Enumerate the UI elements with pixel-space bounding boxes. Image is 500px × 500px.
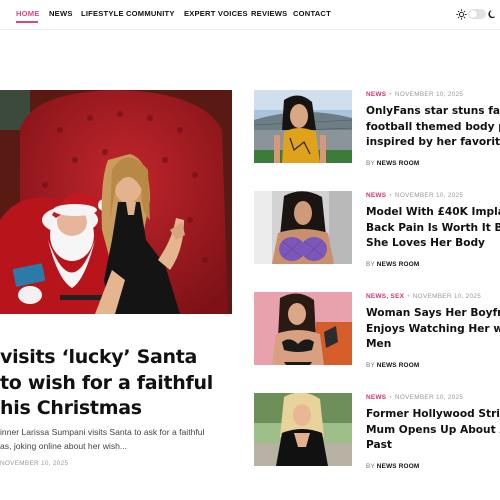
meta-separator: • [389,91,392,98]
article-date: NOVEMBER 10, 2025 [412,293,482,300]
author-link[interactable]: NEWS ROOM [377,362,420,369]
article-meta: NEWS • NOVEMBER 10, 2025 [366,91,463,98]
article-byline: BY NEWS ROOM [366,160,419,167]
main-navigation: HOME NEWS LIFESTYLE COMMUNITY EXPERT VOI… [0,0,500,30]
category-link[interactable]: NEWS [366,192,386,199]
sun-icon[interactable] [456,9,467,20]
article-meta: NEWS, SEX • NOVEMBER 10, 2025 [366,293,481,300]
featured-date: NOVEMBER 10, 2025 [0,460,69,467]
article-card: NEWS • NOVEMBER 10, 2025 Former Hollywood … [254,393,500,473]
author-link[interactable]: NEWS ROOM [377,261,420,268]
nav-expert-voices[interactable]: EXPERT VOICES [184,9,248,18]
meta-separator: • [407,293,410,300]
author-link[interactable]: NEWS ROOM [377,463,420,470]
meta-separator: • [389,394,392,401]
featured-image[interactable] [0,90,232,314]
byline-prefix: BY [366,362,375,369]
byline-prefix: BY [366,463,375,470]
article-date: NOVEMBER 10, 2025 [394,192,464,199]
article-card: NEWS, SEX • NOVEMBER 10, 2025 Woman Says H… [254,292,500,372]
featured-title[interactable]: visits ‘lucky’ Santa to wish for a faith… [0,345,240,422]
nav-community[interactable]: COMMUNITY [126,9,175,18]
article-card: NEWS • NOVEMBER 10, 2025 Model With £40K I… [254,191,500,271]
category-link[interactable]: NEWS, SEX [366,293,404,300]
article-thumbnail[interactable] [254,292,352,365]
nav-lifestyle[interactable]: LIFESTYLE [81,9,124,18]
nav-contact[interactable]: CONTACT [293,9,331,18]
article-thumbnail[interactable] [254,191,352,264]
article-byline: BY NEWS ROOM [366,261,419,268]
article-date: NOVEMBER 10, 2025 [394,91,464,98]
article-thumbnail[interactable] [254,393,352,466]
article-title[interactable]: Former Hollywood Stripp Mum Opens Up Abo… [366,407,500,454]
active-indicator [16,21,38,23]
byline-prefix: BY [366,261,375,268]
article-byline: BY NEWS ROOM [366,463,419,470]
article-thumbnail[interactable] [254,90,352,163]
article-title[interactable]: Model With £40K Implan Back Pain Is Wort… [366,205,500,252]
article-meta: NEWS • NOVEMBER 10, 2025 [366,394,463,401]
category-link[interactable]: NEWS [366,394,386,401]
theme-toggle[interactable] [468,9,486,19]
article-meta: NEWS • NOVEMBER 10, 2025 [366,192,463,199]
article-byline: BY NEWS ROOM [366,362,419,369]
nav-reviews[interactable]: REVIEWS [251,9,287,18]
article-card: NEWS • NOVEMBER 10, 2025 OnlyFans star stu… [254,90,500,170]
featured-excerpt: inner Larissa Sumpani visits Santa to as… [0,427,205,451]
article-title[interactable]: Woman Says Her Boyfrie Enjoys Watching H… [366,306,500,353]
meta-separator: • [389,192,392,199]
article-date: NOVEMBER 10, 2025 [394,394,464,401]
moon-icon[interactable] [487,9,497,20]
nav-home[interactable]: HOME [16,9,40,18]
article-title[interactable]: OnlyFans star stuns fan football themed … [366,104,500,151]
byline-prefix: BY [366,160,375,167]
nav-news[interactable]: NEWS [49,9,73,18]
author-link[interactable]: NEWS ROOM [377,160,420,167]
category-link[interactable]: NEWS [366,91,386,98]
